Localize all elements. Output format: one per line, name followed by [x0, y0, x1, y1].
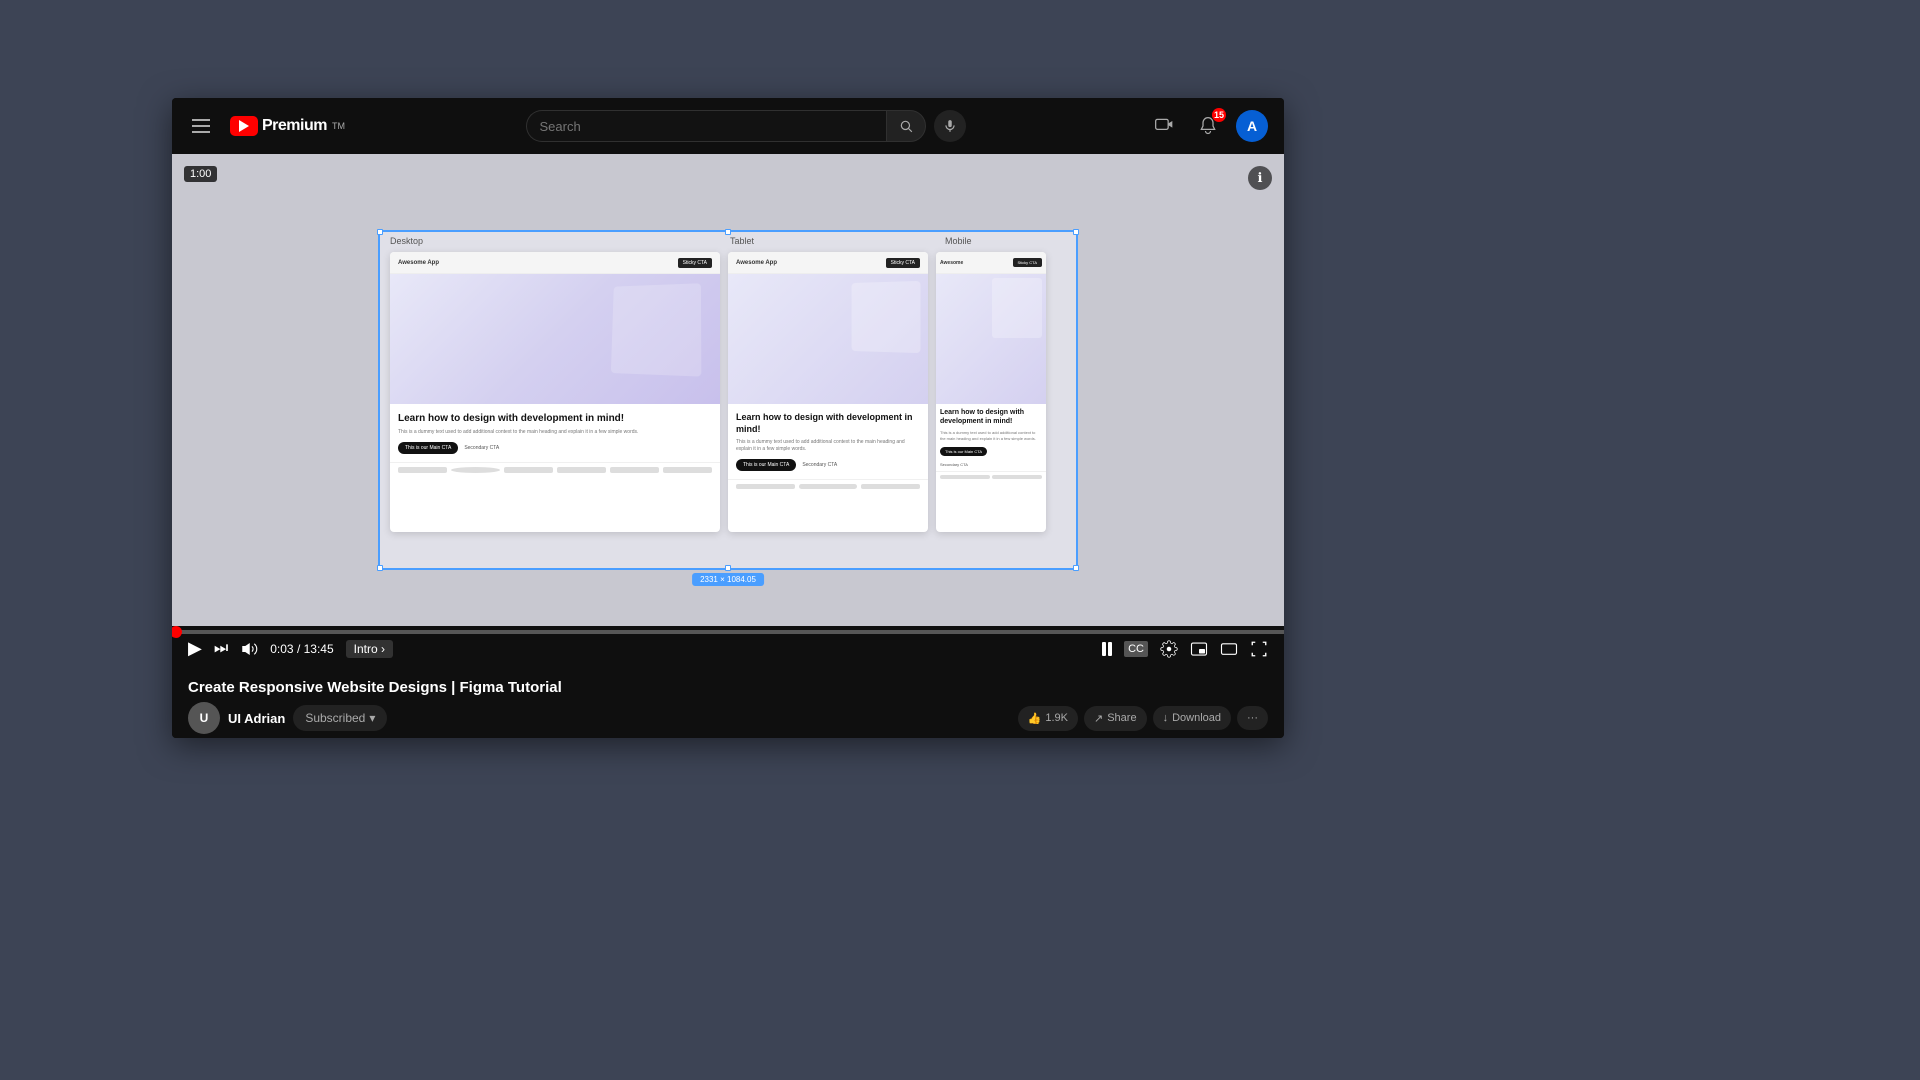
logo-text: Premium: [262, 117, 327, 135]
video-content: 1:00 ℹ Desktop Tablet Mobile: [172, 154, 1284, 626]
handle-bm: [725, 565, 731, 571]
mobile-btn-main: This is our Main CTA: [940, 447, 987, 456]
video-meta-row: U UI Adrian Subscribed ▾ 👍 1.9K ↗ Share …: [188, 702, 1268, 734]
time-display: 0:03 / 13:45: [270, 642, 333, 656]
mobile-cta-tag: Sticky CTA: [1013, 258, 1042, 267]
desktop-btn-main: This is our Main CTA: [398, 442, 458, 454]
mobile-heading: Learn how to design with development in …: [940, 408, 1042, 426]
mobile-label: Mobile: [945, 236, 972, 246]
controls-container: ▶ ⏭ 0:03 / 13:45 Intro ›: [172, 630, 1284, 667]
desktop-desc: This is a dummy text used to add additio…: [398, 429, 712, 436]
notifications-button[interactable]: 15: [1192, 110, 1224, 142]
header-right: 15 A: [1148, 110, 1268, 142]
desktop-label: Desktop: [390, 236, 423, 246]
search-button[interactable]: [886, 110, 926, 142]
channel-name[interactable]: UI Adrian: [228, 711, 285, 726]
video-info: Create Responsive Website Designs | Figm…: [172, 667, 1284, 738]
handle-tr: [1073, 229, 1079, 235]
like-button[interactable]: 👍 1.9K: [1018, 706, 1078, 731]
download-button[interactable]: ↓ Download: [1153, 706, 1231, 730]
user-avatar[interactable]: A: [1236, 110, 1268, 142]
design-canvas: Desktop Tablet Mobile Awesome App Sticky…: [378, 230, 1078, 570]
captions-button[interactable]: CC: [1124, 641, 1148, 657]
play-button[interactable]: ▶: [188, 638, 202, 659]
handle-bl: [377, 565, 383, 571]
desktop-logos: [390, 462, 720, 477]
miniplayer-button[interactable]: [1190, 640, 1208, 658]
search-bar: [526, 110, 966, 142]
header: Premium TM: [172, 98, 1284, 154]
mobile-btn-sec: Secondary CTA: [940, 462, 968, 467]
tablet-heading: Learn how to design with development in …: [736, 412, 920, 435]
theater-button[interactable]: [1220, 640, 1238, 658]
video-title: Create Responsive Website Designs | Figm…: [188, 679, 1268, 696]
action-buttons: 👍 1.9K ↗ Share ↓ Download ···: [1018, 706, 1268, 731]
tablet-label: Tablet: [730, 236, 754, 246]
search-input[interactable]: [526, 110, 886, 142]
desktop-app-label: Awesome App: [398, 260, 439, 266]
settings-button[interactable]: [1160, 640, 1178, 658]
youtube-window: Premium TM: [172, 98, 1284, 738]
share-button[interactable]: ↗ Share: [1084, 706, 1147, 731]
dimension-badge: 2331 × 1084.05: [692, 573, 764, 586]
menu-icon[interactable]: [188, 115, 214, 137]
desktop-heading: Learn how to design with development in …: [398, 412, 712, 425]
create-button[interactable]: [1148, 110, 1180, 142]
next-button[interactable]: ⏭: [214, 640, 228, 658]
tablet-desc: This is a dummy text used to add additio…: [736, 439, 920, 453]
handle-tm: [725, 229, 731, 235]
logo-badge: TM: [332, 121, 345, 131]
desktop-btn-sec: Secondary CTA: [464, 445, 499, 451]
fullscreen-button[interactable]: [1250, 640, 1268, 658]
mobile-desc: This is a dummy text used to add additio…: [940, 430, 1042, 441]
chapter-label[interactable]: Intro ›: [346, 640, 393, 658]
channel-avatar[interactable]: U: [188, 702, 220, 734]
pause-button[interactable]: [1102, 642, 1112, 656]
handle-br: [1073, 565, 1079, 571]
tablet-btn-main: This is our Main CTA: [736, 459, 796, 471]
figma-canvas: Desktop Tablet Mobile Awesome App Sticky…: [378, 230, 1078, 570]
more-button[interactable]: ···: [1237, 706, 1268, 730]
notification-badge: 15: [1212, 108, 1226, 122]
mobile-card: Awesome Sticky CTA Learn how to design w…: [936, 252, 1046, 532]
tablet-card: Awesome App Sticky CTA Learn how to desi…: [728, 252, 928, 532]
video-area: 1:00 ℹ Desktop Tablet Mobile: [172, 154, 1284, 626]
handle-tl: [377, 229, 383, 235]
tablet-app-label: Awesome App: [736, 260, 777, 266]
youtube-logo[interactable]: Premium TM: [230, 116, 345, 136]
youtube-logo-icon: [230, 116, 258, 136]
info-icon[interactable]: ℹ: [1248, 166, 1272, 190]
subscribe-button[interactable]: Subscribed ▾: [293, 705, 387, 731]
mobile-logos: [936, 471, 1046, 482]
mobile-app-label: Awesome: [940, 260, 963, 266]
tablet-logos: [728, 479, 928, 493]
progress-bar[interactable]: [172, 630, 1284, 634]
controls-row: ▶ ⏭ 0:03 / 13:45 Intro ›: [172, 630, 1284, 667]
desktop-card: Awesome App Sticky CTA Learn how to desi…: [390, 252, 720, 532]
tablet-btn-sec: Secondary CTA: [802, 462, 837, 468]
mic-button[interactable]: [934, 110, 966, 142]
desktop-cta-tag: Sticky CTA: [678, 258, 712, 268]
volume-button[interactable]: [240, 640, 258, 658]
timestamp-badge: 1:00: [184, 166, 217, 182]
tablet-cta-tag: Sticky CTA: [886, 258, 920, 268]
right-controls: CC: [1102, 640, 1268, 658]
